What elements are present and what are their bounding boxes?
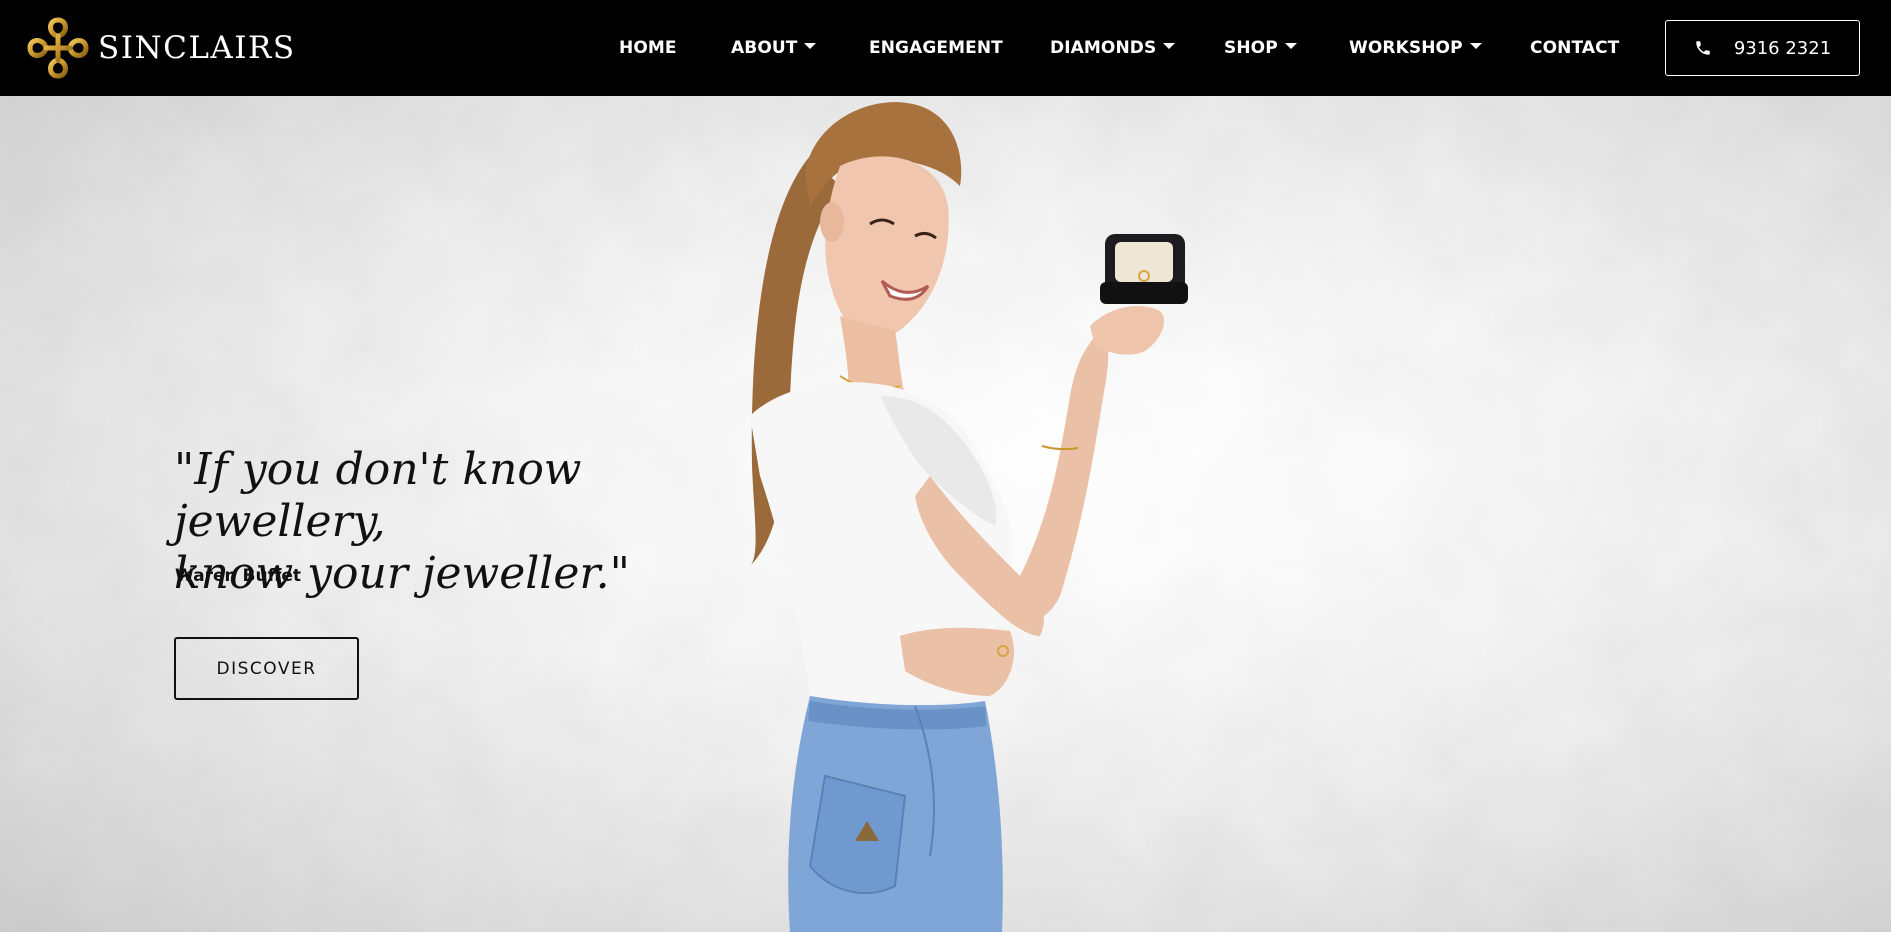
phone-button[interactable]: 9316 2321 [1665,20,1860,76]
hero-section: "If you don't know jewellery, know your … [0,96,1891,932]
quote-line-1: "If you don't know jewellery, [174,444,582,547]
phone-number: 9316 2321 [1733,37,1832,59]
woman-holding-ring-box-image [750,102,1188,932]
nav-label: WORKSHOP [1349,38,1463,58]
nav-item-home[interactable]: HOME [619,36,677,60]
nav-item-about[interactable]: ABOUT [731,36,817,60]
nav-item-shop[interactable]: SHOP [1224,36,1297,60]
nav-item-engagement[interactable]: ENGAGEMENT [869,36,1003,60]
quote-author: Waren Buffet [175,566,302,586]
phone-icon [1696,41,1710,55]
site-header: SINCLAIRS HOME ABOUT ENGAGEMENT DIAMONDS… [0,0,1891,96]
chevron-down-icon [1163,43,1176,49]
chevron-down-icon [1284,43,1297,49]
nav-item-contact[interactable]: CONTACT [1530,36,1619,60]
nav-label: HOME [619,38,677,58]
nav-label: ENGAGEMENT [869,38,1003,58]
nav-label: DIAMONDS [1050,38,1157,58]
discover-button[interactable]: DISCOVER [174,637,359,700]
nav-item-diamonds[interactable]: DIAMONDS [1050,36,1176,60]
main-nav: HOME ABOUT ENGAGEMENT DIAMONDS SHOP WORK… [0,0,1891,96]
nav-label: CONTACT [1530,38,1620,58]
nav-item-workshop[interactable]: WORKSHOP [1349,36,1482,60]
nav-label: ABOUT [731,38,798,58]
chevron-down-icon [1469,43,1482,49]
nav-label: SHOP [1224,38,1278,58]
chevron-down-icon [804,43,817,49]
